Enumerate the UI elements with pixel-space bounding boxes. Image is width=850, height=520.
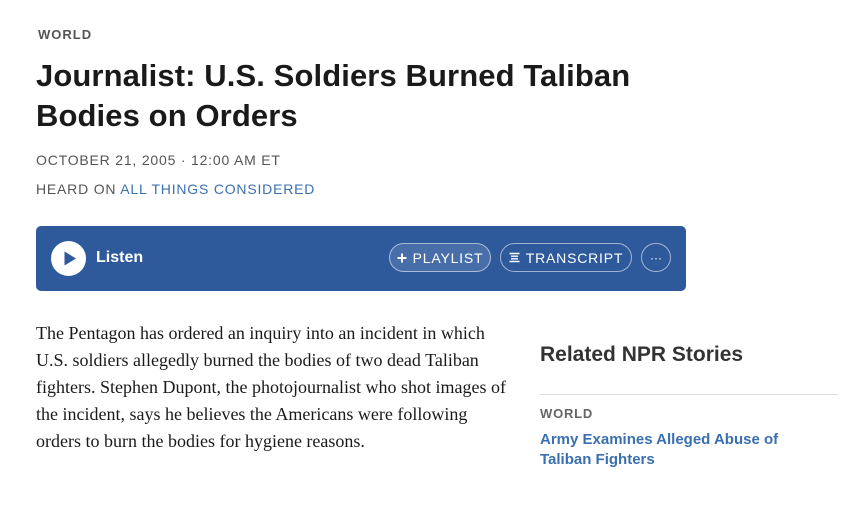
related-divider: [540, 394, 838, 395]
article-body: The Pentagon has ordered an inquiry into…: [36, 323, 506, 451]
more-options-button[interactable]: ···: [641, 243, 671, 272]
listen-label[interactable]: Listen: [96, 249, 143, 267]
article-headline: Journalist: U.S. Soldiers Burned Taliban…: [36, 58, 631, 133]
related-item-section[interactable]: WORLD: [540, 406, 593, 421]
transcript-button[interactable]: TRANSCRIPT: [500, 243, 632, 272]
transcript-label: TRANSCRIPT: [525, 249, 624, 266]
list-icon: [509, 252, 520, 263]
article-dateline: OCTOBER 21, 2005 · 12:00 AM ET: [36, 152, 281, 168]
more-icon: ···: [650, 250, 662, 265]
audio-player: Listen PLAYLIST TRANSCRIPT ···: [36, 226, 686, 291]
heard-on: HEARD ON ALL THINGS CONSIDERED: [36, 181, 315, 197]
heard-on-prefix: HEARD ON: [36, 181, 121, 197]
play-button[interactable]: [51, 241, 86, 276]
play-icon: [64, 251, 76, 266]
program-link[interactable]: ALL THINGS CONSIDERED: [120, 181, 315, 197]
plus-icon: [397, 253, 407, 263]
section-label[interactable]: WORLD: [38, 27, 92, 42]
related-item-headline[interactable]: Army Examines Alleged Abuse of Taliban F…: [540, 430, 810, 470]
playlist-button[interactable]: PLAYLIST: [389, 243, 491, 272]
playlist-label: PLAYLIST: [412, 249, 484, 266]
related-stories-title: Related NPR Stories: [540, 343, 744, 366]
